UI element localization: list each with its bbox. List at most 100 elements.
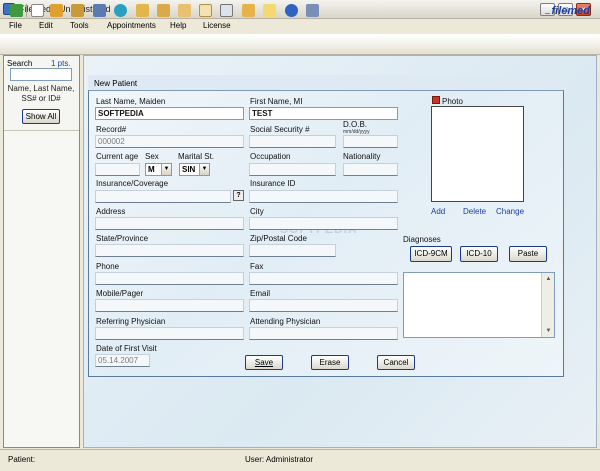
- save-button[interactable]: Save: [245, 355, 283, 370]
- record-field: 000002: [95, 135, 244, 148]
- occupation-field[interactable]: [249, 163, 336, 176]
- first-name-label: First Name, MI: [250, 97, 303, 106]
- photo-label: Photo: [442, 97, 463, 106]
- menu-appointments[interactable]: Appointments: [107, 21, 156, 30]
- current-age-label: Current age: [96, 152, 139, 161]
- toolbar-separator: [26, 4, 27, 17]
- ssn-field[interactable]: [249, 135, 336, 148]
- diagnoses-label: Diagnoses: [403, 235, 441, 244]
- print-preview-icon[interactable]: [93, 4, 106, 17]
- clipboard-icon[interactable]: [199, 4, 212, 17]
- new-document-icon[interactable]: [31, 4, 44, 17]
- city-label: City: [250, 207, 264, 216]
- insurance-label: Insurance/Coverage: [96, 179, 169, 188]
- fax-label: Fax: [250, 262, 264, 271]
- referring-physician-field[interactable]: [95, 327, 244, 340]
- insurance-field[interactable]: [95, 190, 231, 203]
- insurance-id-field[interactable]: [249, 190, 398, 203]
- search-input[interactable]: [10, 68, 72, 81]
- dob-field[interactable]: [343, 135, 398, 148]
- show-all-button[interactable]: Show All: [22, 109, 60, 124]
- users-icon[interactable]: [50, 4, 63, 17]
- diagnoses-list[interactable]: [403, 272, 555, 338]
- zip-label: Zip/Postal Code: [250, 234, 307, 243]
- state-field[interactable]: [95, 244, 244, 257]
- email-field[interactable]: [249, 299, 398, 312]
- nationality-field[interactable]: [343, 163, 398, 176]
- insurance-help-button[interactable]: ?: [233, 190, 244, 201]
- search-label: Search: [7, 59, 33, 68]
- notes-icon[interactable]: [263, 4, 276, 17]
- record-label: Record#: [96, 125, 127, 134]
- fax-field[interactable]: [249, 272, 398, 285]
- save-label: Save: [254, 358, 274, 367]
- last-name-field[interactable]: SOFTPEDIA: [95, 107, 244, 120]
- menu-help[interactable]: Help: [170, 21, 186, 30]
- photo-change-link[interactable]: Change: [496, 207, 524, 216]
- attending-physician-field[interactable]: [249, 327, 398, 340]
- scroll-up-icon[interactable]: ▲: [542, 273, 555, 285]
- photo-icon: [432, 96, 440, 104]
- zip-field[interactable]: [249, 244, 336, 257]
- sex-select[interactable]: M ▼: [145, 163, 172, 176]
- photo-add-link[interactable]: Add: [431, 207, 445, 216]
- chevron-down-icon: ▼: [199, 164, 209, 175]
- photo-delete-link[interactable]: Delete: [463, 207, 486, 216]
- cancel-button[interactable]: Cancel: [377, 355, 415, 370]
- paste-button[interactable]: Paste: [509, 246, 547, 262]
- marital-status-select[interactable]: SIN ▼: [179, 163, 210, 176]
- patient-list[interactable]: [4, 130, 79, 447]
- chevron-down-icon: ▼: [161, 164, 171, 175]
- nationality-label: Nationality: [343, 152, 381, 161]
- search-hint: Name, Last Name, SS# or ID#: [7, 84, 75, 103]
- marital-status-label: Marital St.: [178, 152, 215, 161]
- menu-license[interactable]: License: [203, 21, 231, 30]
- dob-label: D.O.B.: [343, 120, 368, 129]
- status-user: User: Administrator: [245, 455, 314, 464]
- state-label: State/Province: [96, 234, 149, 243]
- first-visit-field[interactable]: 05.14.2007: [95, 354, 150, 367]
- city-field[interactable]: [249, 217, 398, 230]
- help-icon[interactable]: [285, 4, 298, 17]
- brand-logo: filemed: [551, 5, 590, 17]
- erase-button[interactable]: Erase: [311, 355, 349, 370]
- sex-label: Sex: [145, 152, 159, 161]
- occupation-label: Occupation: [250, 152, 291, 161]
- scroll-down-icon[interactable]: ▼: [542, 325, 555, 337]
- icd10-button[interactable]: ICD-10: [460, 246, 498, 262]
- edit-icon[interactable]: [178, 4, 191, 17]
- address-label: Address: [96, 207, 126, 216]
- marital-status-value: SIN: [182, 165, 196, 174]
- panel-title-bar: [88, 75, 564, 91]
- ssn-label: Social Security #: [250, 125, 310, 134]
- sex-value: M: [148, 165, 155, 174]
- mobile-field[interactable]: [95, 299, 244, 312]
- magnifier-icon[interactable]: [220, 4, 233, 17]
- address-field[interactable]: [95, 217, 244, 230]
- search-points: 1 pts.: [51, 59, 71, 68]
- menu-file[interactable]: File: [9, 21, 22, 30]
- menu-tools[interactable]: Tools: [70, 21, 89, 30]
- export-icon[interactable]: [242, 4, 255, 17]
- toolbar: [0, 34, 600, 55]
- refresh-icon[interactable]: [10, 4, 23, 17]
- diagnoses-scrollbar[interactable]: ▲ ▼: [541, 273, 554, 337]
- open-folder-icon[interactable]: [71, 4, 84, 17]
- referring-physician-label: Referring Physician: [96, 317, 166, 326]
- info-icon[interactable]: [306, 4, 319, 17]
- menu-bar: [0, 19, 600, 34]
- folder-icon[interactable]: [136, 4, 149, 17]
- photo-box[interactable]: [431, 106, 524, 202]
- last-name-label: Last Name, Maiden: [96, 97, 166, 106]
- globe-icon[interactable]: [114, 4, 127, 17]
- first-name-field[interactable]: TEST: [249, 107, 398, 120]
- icd9-button[interactable]: ICD-9CM: [410, 246, 452, 262]
- insurance-id-label: Insurance ID: [250, 179, 296, 188]
- folder-open-icon[interactable]: [157, 4, 170, 17]
- current-age-field: [95, 163, 140, 176]
- panel-title: New Patient: [94, 79, 138, 88]
- phone-field[interactable]: [95, 272, 244, 285]
- menu-edit[interactable]: Edit: [39, 21, 53, 30]
- attending-physician-label: Attending Physician: [250, 317, 321, 326]
- phone-label: Phone: [96, 262, 120, 271]
